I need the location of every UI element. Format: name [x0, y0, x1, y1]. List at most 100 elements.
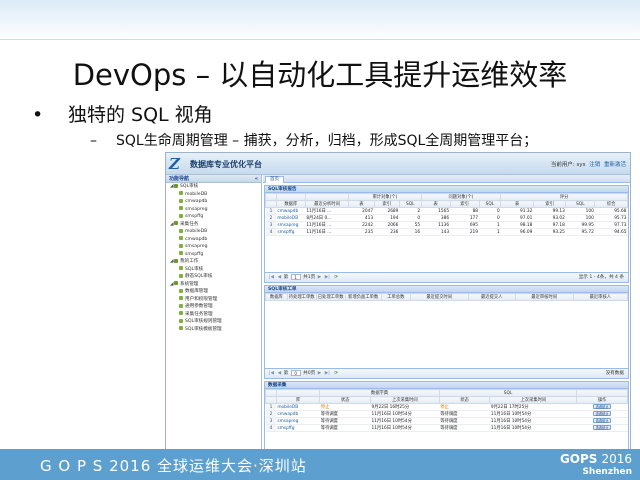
table-row[interactable]: 4 smspffg 11月16日 ... 235 236 16 143 219 1 96.09 93… [265, 228, 628, 236]
column-header[interactable]: 状态 [319, 396, 371, 404]
first-page-icon[interactable]: |◀ [269, 371, 274, 376]
column-header[interactable]: 操作 [576, 396, 628, 404]
sidebar-item[interactable]: SQL审核 [166, 266, 261, 274]
app-logo: Z [169, 155, 180, 173]
last-page-icon[interactable]: ▶| [325, 275, 330, 280]
sidebar-item[interactable]: smsapreg [166, 206, 261, 214]
column-header[interactable] [265, 396, 277, 404]
sidebar-folder[interactable]: ◢ 采集任务 [166, 221, 261, 229]
table-cell: 95.72 [565, 228, 595, 236]
column-header[interactable]: 表 [500, 200, 534, 208]
prev-page-icon[interactable]: ◀ [278, 275, 282, 280]
sidebar-item[interactable]: smspffg [166, 213, 261, 221]
refresh-icon[interactable]: ⟳ [334, 371, 338, 376]
sidebar-item[interactable]: 静态SQL审核 [166, 273, 261, 281]
sidebar-item[interactable]: SQL审核规则管理 [166, 318, 261, 326]
column-header[interactable]: SQL [478, 200, 502, 208]
view-stats-button[interactable]: 查看统计 [593, 425, 612, 430]
table-row[interactable]: 1 mobileDB 停止 9月22日 16时25分 停止 9月22日 17时25分 查看统… [265, 403, 628, 411]
table-cell: 1 [265, 207, 277, 215]
sidebar-item[interactable]: mobileDB [166, 228, 261, 236]
table-cell: 等待调度 [319, 424, 371, 432]
column-header[interactable]: 表 [420, 200, 451, 208]
column-header[interactable]: 最近提交时间 [409, 293, 469, 301]
column-header[interactable]: SQL [565, 200, 596, 208]
sidebar-item[interactable]: 数据库管理 [166, 288, 261, 296]
column-header[interactable]: 新增负面工单数 [344, 293, 382, 301]
database-link[interactable]: cmwapdb [276, 410, 320, 418]
group-header-blank [576, 389, 628, 397]
sidebar-item[interactable]: mobileDB [166, 191, 261, 199]
table-cell: 95.73 [594, 214, 628, 222]
database-link[interactable]: mobileDB [276, 214, 306, 222]
column-header[interactable]: 最近提交人 [467, 293, 516, 301]
group-header-blank [265, 389, 277, 397]
view-stats-button[interactable]: 查看统计 [593, 418, 612, 423]
collection-panel: 数据采集 数据字典 SQL 库状态 上次采集时间 状态 上次采集时间 操作 1 … [264, 381, 629, 449]
sidebar-item-label: cmwapdb [185, 199, 208, 204]
page-count: 共1页 [303, 275, 316, 280]
column-header[interactable]: 工单总数 [380, 293, 411, 301]
bullet-level1: • 独特的 SQL 视角 [32, 100, 213, 127]
column-header[interactable]: 索引 [449, 200, 480, 208]
last-page-icon[interactable]: ▶| [325, 371, 330, 376]
tab-home[interactable]: 首页 [265, 176, 284, 183]
collapse-icon[interactable]: « [255, 175, 258, 183]
database-link[interactable]: mobileDB [276, 403, 320, 411]
column-header[interactable]: 已处理工单数 [315, 293, 346, 301]
column-header[interactable]: 待处理工单数 [286, 293, 317, 301]
database-link[interactable]: smspffg [276, 228, 306, 236]
column-header[interactable] [265, 200, 277, 208]
table-row[interactable]: 4 smspffg 等待调度 11月16日 10时54分 等待调度 11月16日 10时5… [265, 424, 628, 432]
sidebar-header: 功能导航 « [166, 175, 261, 183]
column-header[interactable]: 索引 [532, 200, 567, 208]
table-row[interactable]: 2 mobileDB 8月24日 0... 413 194 0 386 177 0 97.01 93… [265, 214, 628, 222]
sidebar-folder[interactable]: ◢ 我的工作 [166, 258, 261, 266]
db-leaf-icon [179, 311, 183, 315]
refresh-icon[interactable]: ⟳ [334, 275, 338, 280]
next-page-icon[interactable]: ▶ [318, 371, 322, 376]
column-header[interactable]: 表 [348, 200, 375, 208]
column-header[interactable]: 最近审核时间 [514, 293, 574, 301]
sidebar-item[interactable]: 通用参数管理 [166, 303, 261, 311]
table-row[interactable]: 3 smsapreg 11月16日 ... 2242 2066 55 1136 695 1 98.… [265, 221, 628, 229]
db-leaf-icon [179, 206, 183, 210]
column-header[interactable]: 索引 [373, 200, 400, 208]
sidebar-folder[interactable]: ◢ 系统管理 [166, 281, 261, 289]
view-stats-button[interactable]: 查看统计 [593, 411, 612, 416]
page-input[interactable]: 1 [290, 273, 301, 280]
column-header[interactable]: 库 [275, 396, 321, 404]
sidebar-item[interactable]: cmwapdb [166, 198, 261, 206]
column-header[interactable]: 最近分析时间 [304, 200, 350, 208]
first-page-icon[interactable]: |◀ [269, 275, 274, 280]
sidebar-item[interactable]: smspffg [166, 251, 261, 259]
table-row[interactable]: 3 smsapreg 等待调度 11月16日 10时54分 等待调度 11月16日 10时… [265, 417, 628, 425]
column-header[interactable]: 综合 [594, 200, 628, 208]
database-link[interactable]: smsapreg [276, 417, 320, 425]
column-header[interactable]: 最近审核人 [572, 293, 629, 301]
next-page-icon[interactable]: ▶ [318, 275, 322, 280]
column-header[interactable]: 状态 [438, 396, 491, 404]
table-cell: 8月24日 0... [305, 214, 349, 222]
sidebar-item[interactable]: 用户和权限管理 [166, 296, 261, 304]
sidebar-item[interactable]: SQL审核模板管理 [166, 326, 261, 334]
column-header[interactable]: 上次采集时间 [369, 396, 440, 404]
column-header[interactable]: 数据库 [265, 293, 288, 301]
sidebar-item[interactable]: 采集任务管理 [166, 311, 261, 319]
database-link[interactable]: cmwapdb [276, 207, 306, 215]
column-header[interactable]: SQL [398, 200, 422, 208]
column-header[interactable]: 上次采集时间 [489, 396, 578, 404]
sidebar-folder[interactable]: ◢ SQL审核 [166, 183, 261, 191]
sidebar-item[interactable]: cmwapdb [166, 236, 261, 244]
page-input[interactable]: 0 [290, 369, 301, 376]
table-row[interactable]: 1 cmwapdb 11月16日 ... 2047 2689 2 1565 88 0 91.32 9… [265, 207, 628, 215]
reactivate-link[interactable]: 重新激活 [604, 162, 626, 168]
database-link[interactable]: smspffg [276, 424, 320, 432]
column-header[interactable]: 数据库 [275, 200, 306, 208]
table-row[interactable]: 2 cmwapdb 等待调度 11月16日 10时54分 等待调度 11月16日 10时5… [265, 410, 628, 418]
logout-link[interactable]: 注销 [589, 162, 600, 168]
prev-page-icon[interactable]: ◀ [278, 371, 282, 376]
sidebar-item[interactable]: smsapreg [166, 243, 261, 251]
view-stats-button[interactable]: 查看统计 [593, 404, 612, 409]
database-link[interactable]: smsapreg [276, 221, 306, 229]
